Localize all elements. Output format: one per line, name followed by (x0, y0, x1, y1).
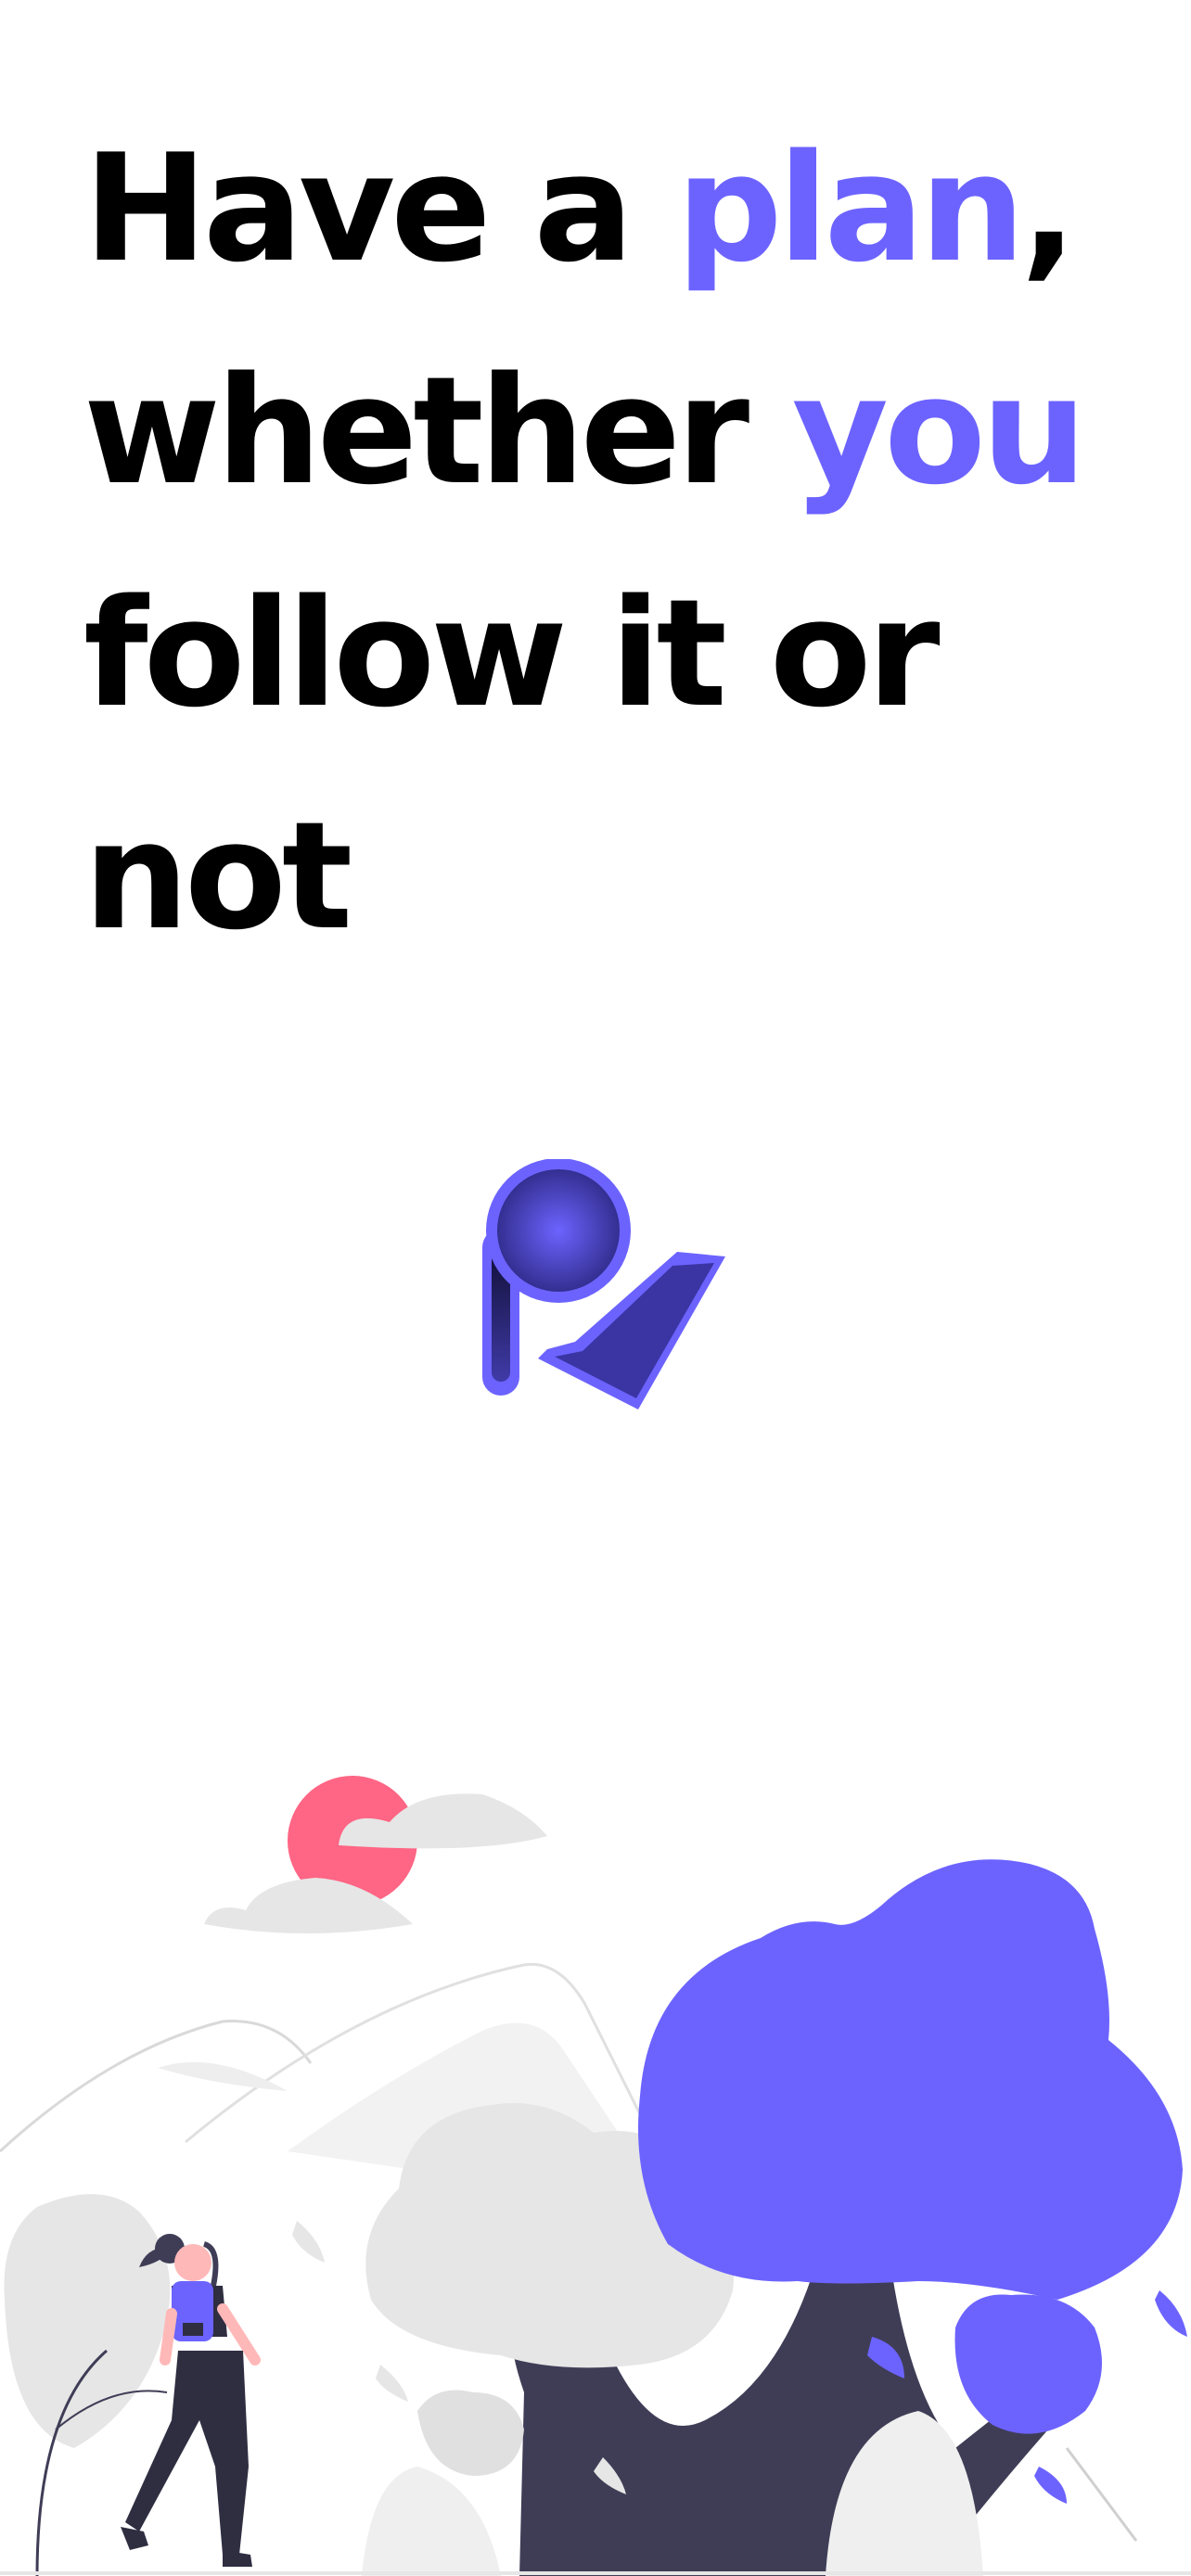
plan-logo-icon (482, 1159, 725, 1409)
headline-line-2: whether you (83, 320, 1150, 542)
headline-text: , (1020, 121, 1077, 295)
headline-accent-plan: plan (676, 121, 1025, 295)
headline: Have a plan, whether you follow it or no… (83, 97, 1150, 988)
hiker-forest-illustration (0, 1776, 1191, 2576)
headline-text: Have a (83, 121, 677, 295)
headline-accent-you: you (791, 344, 1087, 517)
headline-text: whether (83, 344, 792, 517)
onboarding-screen: Have a plan, whether you follow it or no… (0, 0, 1191, 2576)
headline-line-1: Have a plan, (83, 97, 1150, 320)
headline-line-4: not (83, 789, 352, 963)
headline-line-3: follow it or (83, 567, 941, 740)
